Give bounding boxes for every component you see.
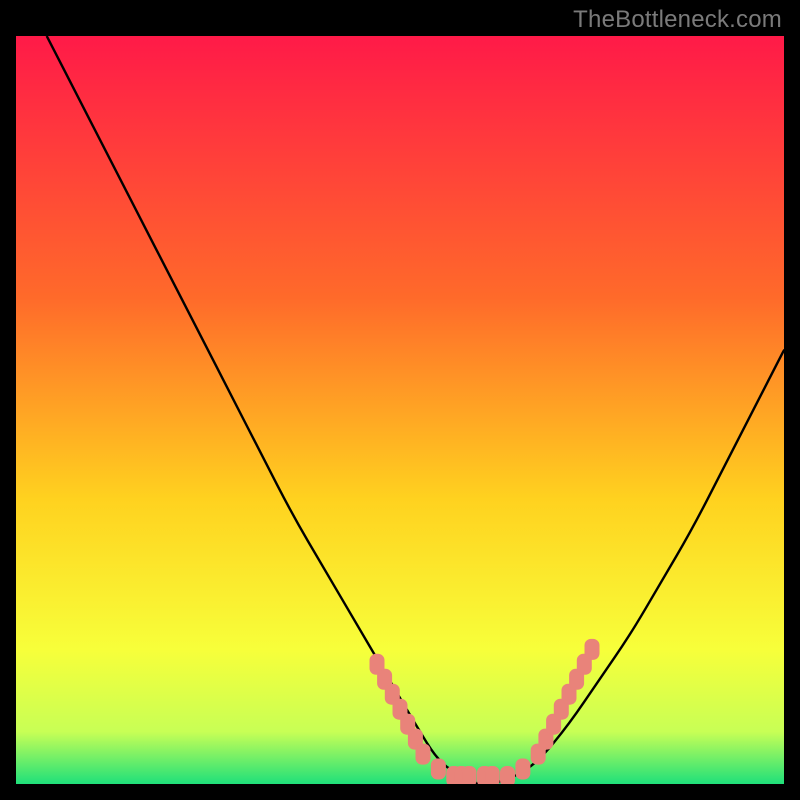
watermark-text: TheBottleneck.com <box>573 6 782 34</box>
curve-marker <box>585 639 599 659</box>
curve-marker <box>501 767 515 785</box>
bottleneck-chart <box>16 36 784 784</box>
curve-marker <box>462 767 476 785</box>
curve-marker <box>485 767 499 785</box>
curve-marker <box>516 759 530 779</box>
chart-frame <box>16 36 784 784</box>
curve-marker <box>416 744 430 764</box>
gradient-background <box>16 36 784 784</box>
curve-marker <box>431 759 445 779</box>
